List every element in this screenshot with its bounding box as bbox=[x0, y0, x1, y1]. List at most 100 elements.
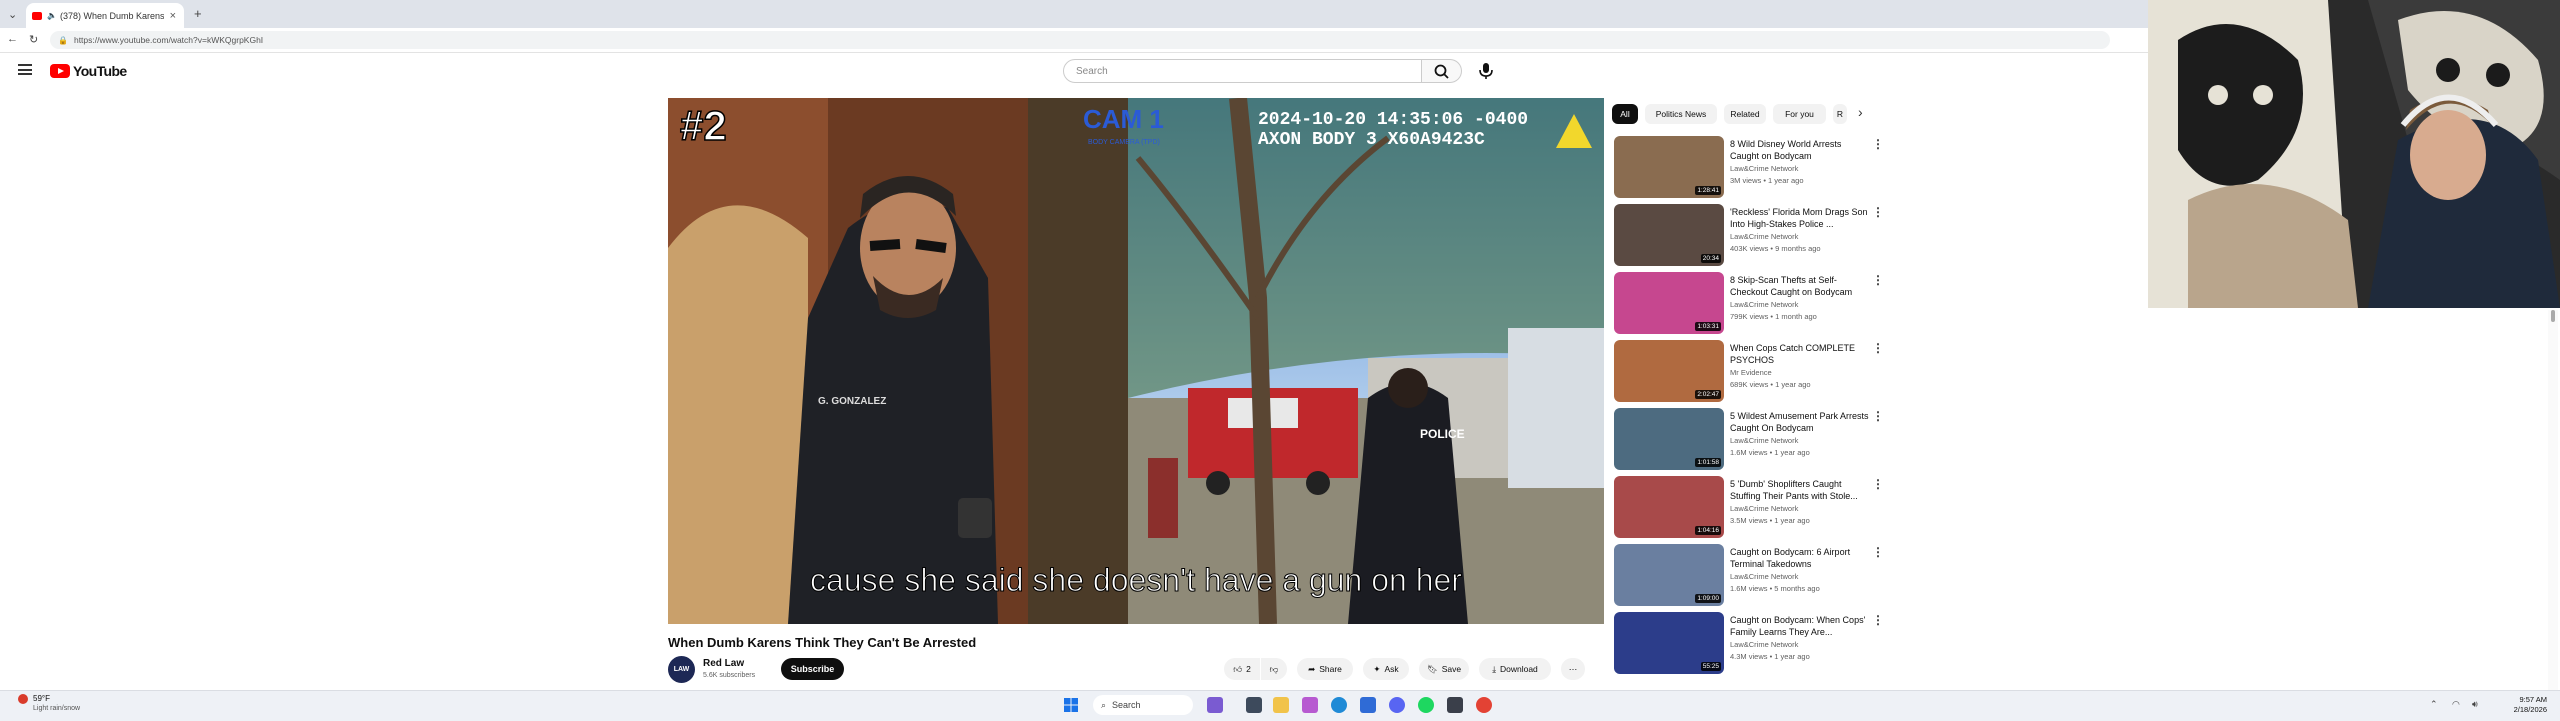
subscribe-button[interactable]: Subscribe bbox=[781, 658, 844, 680]
edge-browser-icon[interactable] bbox=[1331, 697, 1347, 713]
related-duration: 55:25 bbox=[1700, 662, 1721, 671]
clock-time[interactable]: 9:57 AM bbox=[2503, 695, 2547, 704]
search-button[interactable] bbox=[1422, 59, 1462, 83]
url-field[interactable]: 🔒 https://www.youtube.com/watch?v=kWKQgr… bbox=[50, 31, 2110, 49]
related-duration: 1:01:58 bbox=[1695, 458, 1721, 467]
chrome-browser-icon[interactable] bbox=[1476, 697, 1492, 713]
chips-next-icon[interactable]: › bbox=[1858, 104, 1863, 120]
obs-app-icon[interactable] bbox=[1447, 697, 1463, 713]
weather-temp[interactable]: 59°F bbox=[33, 694, 50, 703]
more-options-icon[interactable]: ⋮ bbox=[1872, 273, 1884, 287]
related-channel[interactable]: Law&Crime Network bbox=[1730, 164, 1798, 173]
related-title[interactable]: Caught on Bodycam: When Cops' Family Lea… bbox=[1730, 614, 1870, 638]
related-thumbnail[interactable]: 1:03:31 bbox=[1614, 272, 1724, 334]
chip-related[interactable]: Related bbox=[1724, 104, 1766, 124]
related-thumbnail[interactable]: 1:04:16 bbox=[1614, 476, 1724, 538]
download-button[interactable]: ⤓ Download bbox=[1479, 658, 1551, 680]
chip-more[interactable]: R bbox=[1833, 104, 1847, 124]
more-options-icon[interactable]: ⋮ bbox=[1872, 341, 1884, 355]
bodycam-device: AXON BODY 3 X60A9423C bbox=[1258, 130, 1485, 150]
related-title[interactable]: 'Reckless' Florida Mom Drags Son Into Hi… bbox=[1730, 206, 1870, 230]
scrollbar-thumb[interactable] bbox=[2551, 310, 2555, 322]
video-caption: cause she said she doesn't have a gun on… bbox=[810, 562, 1462, 598]
spotify-app-icon[interactable] bbox=[1418, 697, 1434, 713]
clock-date[interactable]: 2/18/2026 bbox=[2503, 705, 2547, 714]
related-channel[interactable]: Law&Crime Network bbox=[1730, 640, 1798, 649]
more-icon: ⋯ bbox=[1568, 663, 1578, 674]
chip-for-you[interactable]: For you bbox=[1773, 104, 1826, 124]
speaker-icon[interactable]: 🔈 bbox=[47, 11, 57, 20]
related-thumbnail[interactable]: 55:25 bbox=[1614, 612, 1724, 674]
related-thumbnail[interactable]: 20:34 bbox=[1614, 204, 1724, 266]
related-title[interactable]: When Cops Catch COMPLETE PSYCHOS bbox=[1730, 342, 1870, 366]
back-button[interactable]: ← bbox=[7, 33, 18, 45]
related-duration: 1:03:31 bbox=[1695, 322, 1721, 331]
browser-tab[interactable]: 🔈 (378) When Dumb Karens Thi × bbox=[26, 3, 184, 28]
related-title[interactable]: 5 Wildest Amusement Park Arrests Caught … bbox=[1730, 410, 1870, 434]
close-tab-icon[interactable]: × bbox=[170, 10, 176, 22]
tab-list-icon[interactable]: ⌄ bbox=[8, 8, 17, 21]
ask-button[interactable]: ✦ Ask bbox=[1363, 658, 1409, 680]
more-options-icon[interactable]: ⋮ bbox=[1872, 477, 1884, 491]
more-actions-button[interactable]: ⋯ bbox=[1561, 658, 1585, 680]
start-button[interactable] bbox=[1064, 698, 1078, 712]
volume-icon[interactable]: 🔊︎ bbox=[2472, 699, 2478, 710]
new-tab-button[interactable]: + bbox=[194, 6, 202, 21]
reload-button[interactable]: ↻ bbox=[29, 33, 38, 46]
youtube-logo-icon[interactable] bbox=[50, 64, 70, 78]
weather-text: Light rain/snow bbox=[33, 705, 81, 712]
related-meta: 689K views • 1 year ago bbox=[1730, 380, 1811, 389]
thumbs-up-icon: 👍︎ bbox=[1233, 663, 1243, 674]
related-channel[interactable]: Law&Crime Network bbox=[1730, 300, 1798, 309]
channel-avatar[interactable]: LAW bbox=[668, 656, 695, 683]
related-channel[interactable]: Law&Crime Network bbox=[1730, 572, 1798, 581]
chip-politics-news[interactable]: Politics News bbox=[1645, 104, 1717, 124]
more-options-icon[interactable]: ⋮ bbox=[1872, 137, 1884, 151]
related-channel[interactable]: Law&Crime Network bbox=[1730, 504, 1798, 513]
taskbar-search[interactable]: ⌕ Search bbox=[1093, 695, 1193, 715]
file-explorer-icon[interactable] bbox=[1273, 697, 1289, 713]
weather-icon[interactable] bbox=[18, 694, 28, 704]
voice-search-button[interactable] bbox=[1472, 59, 1500, 83]
channel-name[interactable]: Red Law bbox=[703, 658, 744, 669]
more-options-icon[interactable]: ⋮ bbox=[1872, 545, 1884, 559]
related-channel[interactable]: Mr Evidence bbox=[1730, 368, 1772, 377]
discord-app-icon[interactable] bbox=[1389, 697, 1405, 713]
related-title[interactable]: 8 Wild Disney World Arrests Caught on Bo… bbox=[1730, 138, 1870, 162]
search-input[interactable]: Search bbox=[1063, 59, 1422, 83]
related-channel[interactable]: Law&Crime Network bbox=[1730, 232, 1798, 241]
more-options-icon[interactable]: ⋮ bbox=[1872, 205, 1884, 219]
related-thumbnail[interactable]: 1:01:58 bbox=[1614, 408, 1724, 470]
share-button[interactable]: ➦ Share bbox=[1297, 658, 1353, 680]
more-options-icon[interactable]: ⋮ bbox=[1872, 409, 1884, 423]
widgets-app-icon[interactable] bbox=[1246, 697, 1262, 713]
scrollbar-track[interactable] bbox=[2548, 310, 2558, 690]
bookmark-icon: 🔖︎ bbox=[1426, 663, 1438, 674]
related-thumbnail[interactable]: 2:02:47 bbox=[1614, 340, 1724, 402]
more-options-icon[interactable]: ⋮ bbox=[1872, 613, 1884, 627]
related-title[interactable]: 5 'Dumb' Shoplifters Caught Stuffing The… bbox=[1730, 478, 1870, 502]
related-meta: 3.5M views • 1 year ago bbox=[1730, 516, 1810, 525]
video-player[interactable]: #2 CAM 1 BODY CAMERA (TPD) 2024-10-20 14… bbox=[668, 98, 1604, 624]
related-channel[interactable]: Law&Crime Network bbox=[1730, 436, 1798, 445]
share-icon: ➦ bbox=[1308, 663, 1316, 674]
dislike-button[interactable]: 👎︎ bbox=[1261, 658, 1287, 680]
related-meta: 1.6M views • 1 year ago bbox=[1730, 448, 1810, 457]
browser-tab-bar bbox=[0, 0, 2148, 28]
like-button[interactable]: 👍︎ 2 bbox=[1224, 658, 1260, 680]
tray-overflow-icon[interactable]: ⌃ bbox=[2430, 699, 2438, 710]
taskview-app-icon[interactable] bbox=[1207, 697, 1223, 713]
overlay-number: #2 bbox=[680, 102, 727, 149]
save-button[interactable]: 🔖︎ Save bbox=[1419, 658, 1469, 680]
related-thumbnail[interactable]: 1:09:00 bbox=[1614, 544, 1724, 606]
related-meta: 1.6M views • 5 months ago bbox=[1730, 584, 1820, 593]
related-title[interactable]: Caught on Bodycam: 6 Airport Terminal Ta… bbox=[1730, 546, 1870, 570]
store-app-icon[interactable] bbox=[1360, 697, 1376, 713]
network-icon[interactable]: ◠ bbox=[2452, 699, 2460, 710]
related-thumbnail[interactable]: 1:28:41 bbox=[1614, 136, 1724, 198]
chip-all[interactable]: All bbox=[1612, 104, 1638, 124]
youtube-logo-text[interactable]: YouTube bbox=[73, 63, 127, 79]
teams-app-icon[interactable] bbox=[1302, 697, 1318, 713]
related-title[interactable]: 8 Skip-Scan Thefts at Self-Checkout Caug… bbox=[1730, 274, 1870, 298]
menu-icon[interactable] bbox=[18, 64, 32, 75]
